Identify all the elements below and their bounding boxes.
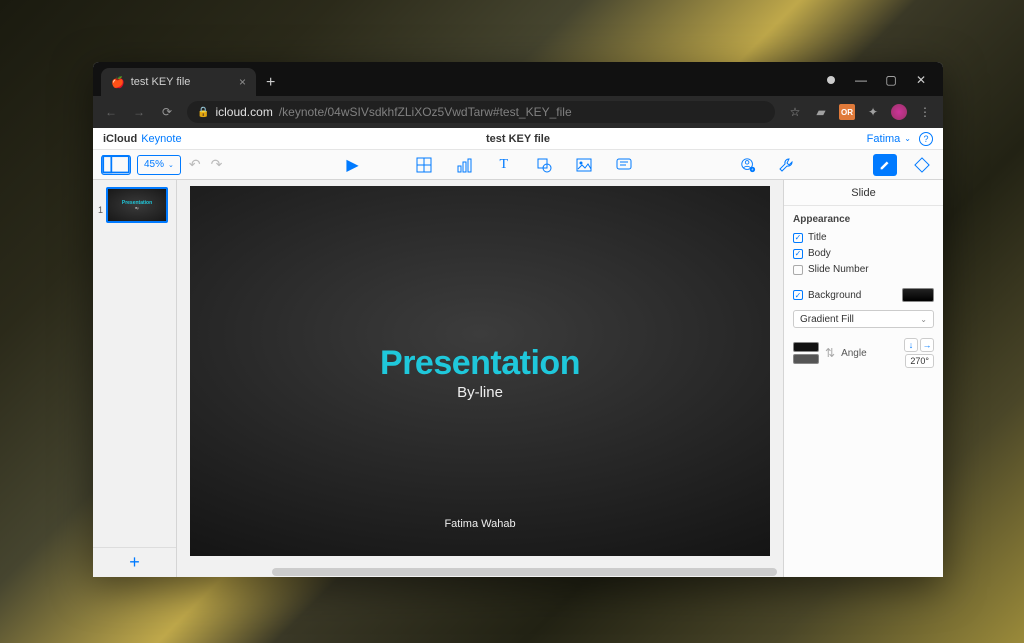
help-button[interactable]: ? [919,132,933,146]
horizontal-scrollbar[interactable] [272,568,777,576]
svg-text:+: + [751,167,754,172]
text-button[interactable]: T [491,154,517,176]
profile-avatar[interactable] [891,104,907,120]
playtag-icon[interactable]: ▰ [813,104,829,120]
apple-icon: 🍎 [111,76,125,89]
collaborate-button[interactable]: + [735,154,761,176]
url-field[interactable]: 🔒 icloud.com/keynote/04wSIVsdkhfZLiXOz5V… [187,101,775,123]
thumbnail-preview[interactable]: Presentation By [106,187,168,223]
kebab-menu-icon[interactable]: ⋮ [917,104,933,120]
background-swatch[interactable] [902,288,934,302]
chevron-down-icon: ⌄ [904,134,911,143]
extension-or-icon[interactable]: OR [839,104,855,120]
record-icon[interactable] [823,72,839,88]
image-button[interactable] [571,154,597,176]
slide-title[interactable]: Presentation [190,344,770,383]
close-tab-icon[interactable]: × [239,75,246,89]
work-area: 1 Presentation By + Presentation By-line… [93,180,943,577]
window-controls: — ▢ ✕ [823,72,943,96]
format-inspector: Slide Appearance ✓Title ✓Body Slide Numb… [783,180,943,577]
add-slide-button[interactable]: + [93,547,176,577]
tab-strip: 🍎 test KEY file × + — ▢ ✕ [93,62,943,96]
comment-button[interactable] [611,154,637,176]
user-menu[interactable]: Fatima ⌄ [867,133,911,145]
tools-button[interactable] [773,154,799,176]
table-button[interactable] [411,154,437,176]
zoom-select[interactable]: 45% ⌄ [137,155,181,175]
shape-button[interactable] [531,154,557,176]
slide-canvas-area[interactable]: Presentation By-line Fatima Wahab [177,180,783,577]
new-tab-button[interactable]: + [256,74,285,96]
browser-window: 🍎 test KEY file × + — ▢ ✕ ← → ⟳ 🔒 icloud… [93,62,943,577]
star-icon[interactable]: ☆ [787,104,803,120]
slide-byline[interactable]: By-line [190,384,770,401]
back-button[interactable]: ← [103,104,119,120]
angle-right-button[interactable]: → [920,338,934,352]
lock-icon: 🔒 [197,107,209,118]
slide-navigator: 1 Presentation By + [93,180,177,577]
view-mode-button[interactable] [101,155,131,175]
zoom-value: 45% [144,159,164,170]
tab-title: test KEY file [131,76,191,88]
keynote-toolbar: 45% ⌄ ↶ ↷ ▶ T + [93,150,943,180]
maximize-button[interactable]: ▢ [883,72,899,88]
angle-value-field[interactable]: 270° [905,354,934,368]
url-path: /keynote/04wSIVsdkhfZLiXOz5VwdTarw#test_… [279,105,572,119]
fill-type-select[interactable]: Gradient Fill ⌄ [793,310,934,328]
browser-tab[interactable]: 🍎 test KEY file × [101,68,256,96]
animate-button[interactable] [909,154,935,176]
minimize-button[interactable]: — [853,72,869,88]
forward-button[interactable]: → [131,104,147,120]
icloud-header: iCloud Keynote test KEY file Fatima ⌄ ? [93,128,943,150]
angle-label: Angle [841,348,867,359]
redo-button[interactable]: ↷ [209,156,225,173]
toolbar-extensions: ☆ ▰ OR ✦ ⋮ [787,104,933,120]
chevron-down-icon: ⌄ [168,161,174,169]
document-title: test KEY file [486,133,550,145]
user-name: Fatima [867,133,901,145]
background-checkbox[interactable]: ✓Background [793,290,861,301]
chart-button[interactable] [451,154,477,176]
swap-stops-icon[interactable]: ⇅ [825,346,835,360]
app-label[interactable]: Keynote [141,133,181,145]
slide-number-checkbox[interactable]: Slide Number [793,264,934,275]
thumbnail-index: 1 [98,187,103,223]
undo-button[interactable]: ↶ [187,156,203,173]
gradient-stop-1[interactable] [793,342,819,352]
title-checkbox[interactable]: ✓Title [793,232,934,243]
gradient-stop-2[interactable] [793,354,819,364]
format-button[interactable] [873,154,897,176]
body-checkbox[interactable]: ✓Body [793,248,934,259]
close-window-button[interactable]: ✕ [913,72,929,88]
brand-label: iCloud [103,133,137,145]
play-button[interactable]: ▶ [346,155,358,175]
slide[interactable]: Presentation By-line Fatima Wahab [190,186,770,556]
address-bar: ← → ⟳ 🔒 icloud.com/keynote/04wSIVsdkhfZL… [93,96,943,128]
chevron-down-icon: ⌄ [920,315,927,324]
url-host: icloud.com [215,105,272,119]
thumbnail-item[interactable]: 1 Presentation By [93,180,176,230]
appearance-section-label: Appearance [793,214,934,225]
puzzle-icon[interactable]: ✦ [865,104,881,120]
inspector-tab-slide[interactable]: Slide [784,180,943,206]
slide-author[interactable]: Fatima Wahab [190,518,770,530]
angle-down-button[interactable]: ↓ [904,338,918,352]
reload-button[interactable]: ⟳ [159,104,175,120]
fill-type-value: Gradient Fill [800,314,854,325]
insert-tools: T [411,154,637,176]
